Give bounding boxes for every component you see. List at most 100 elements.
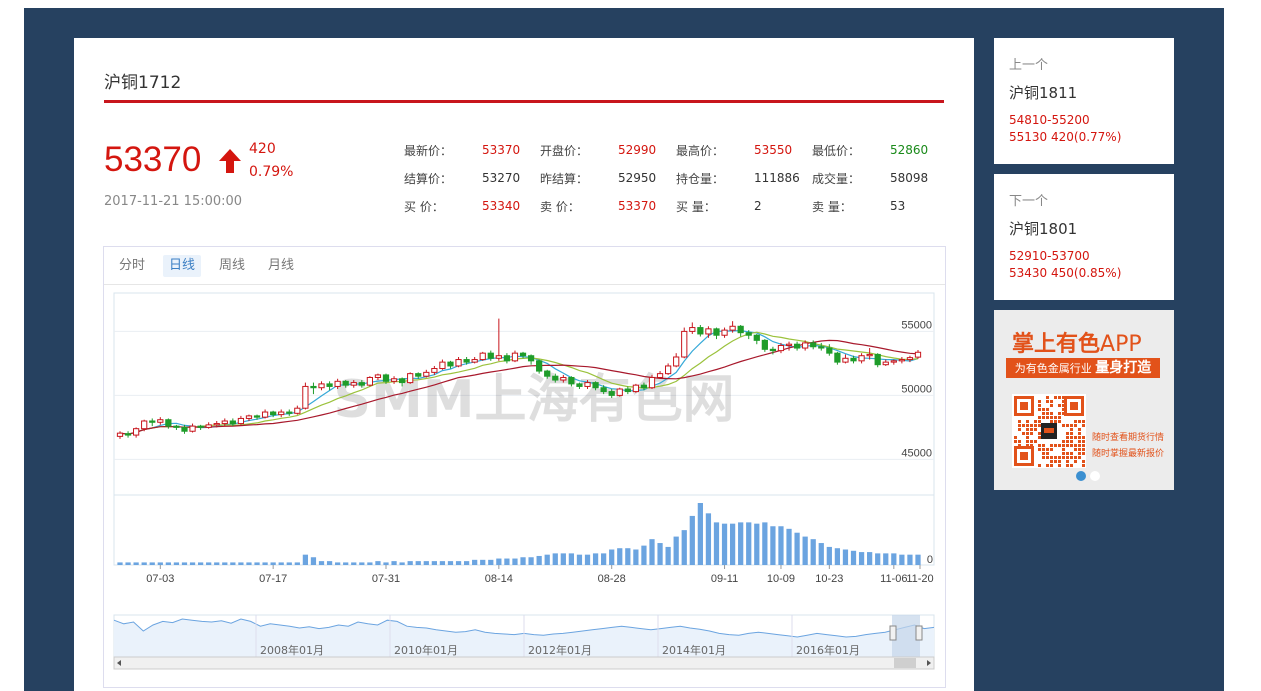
navigator-label: 2010年01月 [394,643,458,657]
y-tick-label: 55000 [901,319,932,331]
stat-value: 58098 [890,171,929,185]
stat-value: 53370 [482,143,521,157]
volume-bar [915,554,921,565]
volume-bar [189,562,196,565]
next-contract-card[interactable]: 下一个 沪铜1801 52910-53700 53430 450(0.85%) [994,174,1174,300]
carousel-dot-active[interactable] [1076,471,1086,481]
candle [656,373,664,378]
candle [471,359,478,363]
volume-bar [802,536,808,565]
candle [302,385,309,409]
candle [124,433,132,436]
volume-bar [351,562,357,565]
candle [592,382,599,389]
volume-bar [125,562,131,565]
volume-bar [842,549,849,565]
navigator-label: 2012年01月 [528,643,592,657]
previous-contract-name[interactable]: 沪铜1811 [1009,82,1077,103]
candle [552,375,559,381]
candle [503,355,511,362]
candle [882,361,889,366]
volume-bar [181,562,188,565]
volume-bar [609,549,615,565]
candle [278,411,285,416]
volume-bar [197,562,204,565]
volume-bar [786,528,792,565]
stat-value: 52990 [618,143,657,157]
x-tick-label: 11-20 [906,573,933,585]
stat-label: 结算价： [404,171,453,186]
candle [399,378,406,384]
volume-bar [867,552,873,565]
candle [600,387,607,393]
volume-bar [810,539,816,565]
volume-bar [326,561,333,565]
candle [898,359,905,362]
volume-bar [302,554,309,565]
candle [310,385,317,389]
kline-chart[interactable]: 550005000045000SMM上海有色网007-03 07-17 07-31 0… [104,285,945,685]
next-contract-name[interactable]: 沪铜1801 [1009,218,1077,239]
volume-bar [157,562,163,565]
nav-handle-right[interactable] [915,625,923,641]
tab-monthly[interactable]: 月线 [262,255,300,277]
candle [890,360,897,363]
volume-bar [165,562,171,565]
x-tick-label: 07-31 [372,573,400,585]
candle [713,328,720,336]
volume-bar [512,558,518,565]
tab-daily[interactable]: 日线 [163,255,202,277]
volume-bar [657,543,663,565]
candle [858,355,865,362]
candle [415,373,422,377]
stat-label: 卖 价： [540,199,580,214]
stat-label: 买 价： [404,199,444,214]
volume-bar [891,553,897,565]
candle [334,380,341,387]
candle [157,419,164,423]
candle [149,420,156,423]
scrollbar-thumb[interactable] [894,658,916,668]
volume-bar [149,562,155,565]
app-ad-banner[interactable]: 掌上有色APP 为有色金属行业 量身打造 随时查看期货行情 随时掌握最新报价 [994,310,1174,490]
volume-bar [447,561,454,565]
candle [407,373,414,384]
stats-row: 最新价： 53370 开盘价： 52990 最高价： 53550 最低价： 52860 [404,136,948,164]
volume-bar [673,536,679,565]
next-range: 52910-53700 [1009,249,1090,263]
volume-bar [496,558,502,565]
x-tick-label: 09-11 [711,573,738,585]
candle [616,388,623,396]
volume-bar [238,562,244,565]
qr-code-icon [1012,394,1086,468]
candle [689,327,696,332]
nav-handle-left[interactable] [889,625,897,641]
volume-bar [318,561,325,565]
stats-row: 结算价： 53270 昨结算： 52950 持仓量： 111886 成交量： 58098 [404,164,948,192]
candle [358,382,365,386]
carousel-dot[interactable] [1090,471,1100,481]
volume-bar [133,562,139,565]
x-tick-label: 08-14 [485,573,513,585]
volume-bar [520,557,526,565]
tab-intraday[interactable]: 分时 [113,255,151,277]
volume-bar [480,559,486,565]
candle [390,378,398,382]
stat-value: 52860 [890,143,929,157]
volume-bar [778,526,784,565]
volume-bar [729,523,736,565]
price-change: 420 0.79% [249,138,293,184]
ad-line-1: 随时查看期货行情 [1092,433,1165,443]
stat-value: 52950 [618,171,657,185]
candle [576,383,583,387]
candle [350,382,357,386]
x-tick-label: 08-28 [598,573,626,585]
tab-weekly[interactable]: 周线 [213,255,251,277]
stat-value: 53340 [482,199,521,213]
candle [681,330,688,358]
candle [342,380,349,386]
next-quote: 53430 450(0.85%) [1009,266,1122,280]
candle [777,344,785,352]
volume-bar [713,522,720,565]
previous-contract-card[interactable]: 上一个 沪铜1811 54810-55200 55130 420(0.77%) [994,38,1174,164]
